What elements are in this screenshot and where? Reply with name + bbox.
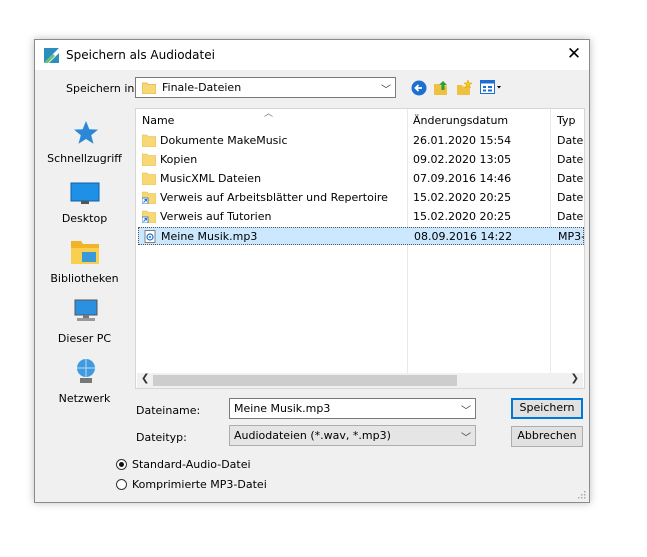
filename-input[interactable]: Meine Musik.mp3 ﹀	[229, 398, 476, 419]
horizontal-scrollbar[interactable]: ❮ ❯	[137, 373, 583, 388]
close-icon: ✕	[566, 44, 582, 64]
radio-dot	[119, 462, 124, 467]
folder-icon	[142, 172, 156, 185]
place-this-pc[interactable]: Dieser PC	[47, 298, 122, 348]
file-name: MusicXML Dateien	[160, 172, 262, 185]
file-row[interactable]: Verweis auf Arbeitsblätter und Repertoir…	[138, 189, 584, 207]
app-logo-icon	[44, 48, 59, 63]
place-label: Dieser PC	[57, 332, 112, 345]
places-bar: Schnellzugriff Desktop Bibliotheken Dies…	[47, 108, 122, 408]
folder-icon	[142, 153, 156, 166]
back-icon[interactable]	[411, 80, 427, 96]
place-desktop[interactable]: Desktop	[47, 180, 122, 230]
chevron-down-icon: ﹀	[381, 85, 391, 96]
radio-button[interactable]	[116, 479, 127, 490]
file-row[interactable]: Kopien 09.02.2020 13:05 Datei	[138, 151, 584, 169]
save-in-value: Finale-Dateien	[162, 81, 242, 94]
folder-icon	[142, 134, 156, 147]
scroll-left-icon[interactable]: ❮	[141, 373, 149, 384]
file-name: Verweis auf Arbeitsblätter und Repertoir…	[160, 191, 388, 204]
filetype-value: Audiodateien (*.wav, *.mp3)	[234, 429, 391, 442]
place-libraries[interactable]: Bibliotheken	[47, 238, 122, 288]
save-dialog: Speichern als Audiodatei ✕ Speichern in:…	[34, 39, 590, 503]
scroll-right-icon[interactable]: ❯	[571, 373, 579, 384]
file-type: Datei	[557, 134, 584, 147]
file-type: Datei	[557, 191, 584, 204]
save-button[interactable]: Speichern	[511, 398, 583, 419]
dialog-title: Speichern als Audiodatei	[66, 48, 215, 62]
file-date: 15.02.2020 20:25	[413, 210, 512, 223]
scrollbar-thumb[interactable]	[153, 375, 457, 386]
file-name: Meine Musik.mp3	[161, 230, 258, 243]
place-label: Netzwerk	[58, 392, 111, 405]
file-date: 15.02.2020 20:25	[413, 191, 512, 204]
place-network[interactable]: Netzwerk	[47, 358, 122, 408]
file-date: 08.09.2016 14:22	[414, 230, 513, 243]
resize-grip-icon[interactable]	[576, 489, 586, 499]
sort-ascending-icon: ︿	[264, 109, 274, 119]
place-quick-access[interactable]: Schnellzugriff	[47, 120, 122, 170]
radio-label: Standard-Audio-Datei	[132, 458, 251, 471]
radio-compressed-mp3[interactable]: Komprimierte MP3-Datei	[116, 477, 276, 493]
new-folder-icon[interactable]	[456, 79, 473, 96]
star-icon	[74, 121, 98, 144]
column-header-name[interactable]: Name	[142, 109, 174, 131]
libraries-icon	[71, 241, 99, 264]
chevron-down-icon[interactable]: ﹀	[461, 402, 471, 417]
radio-button-checked[interactable]	[116, 459, 127, 470]
file-type: Datei	[557, 210, 584, 223]
file-date: 26.01.2020 15:54	[413, 134, 512, 147]
file-date: 09.02.2020 13:05	[413, 153, 512, 166]
network-icon	[77, 359, 95, 383]
file-type: MP3-	[558, 230, 585, 243]
file-date: 07.09.2016 14:46	[413, 172, 512, 185]
radio-standard-audio[interactable]: Standard-Audio-Datei	[116, 457, 276, 473]
file-row[interactable]: Dokumente MakeMusic 26.01.2020 15:54 Dat…	[138, 132, 584, 150]
file-row-selected[interactable]: Meine Musik.mp3 08.09.2016 14:22 MP3-	[138, 227, 584, 245]
filename-value: Meine Musik.mp3	[234, 402, 331, 415]
chevron-down-icon: ﹀	[461, 433, 471, 444]
filename-label: Dateiname:	[136, 404, 201, 417]
cancel-button[interactable]: Abbrechen	[511, 426, 583, 447]
view-menu-icon[interactable]	[480, 80, 504, 95]
file-name: Kopien	[160, 153, 198, 166]
folder-icon	[142, 82, 156, 94]
radio-label: Komprimierte MP3-Datei	[132, 478, 267, 491]
save-in-label: Speichern in:	[66, 82, 139, 95]
filetype-label: Dateityp:	[136, 431, 187, 444]
save-in-dropdown[interactable]: Finale-Dateien ﹀	[135, 77, 396, 98]
shortcut-folder-icon	[142, 191, 156, 204]
file-row[interactable]: Verweis auf Tutorien 15.02.2020 20:25 Da…	[138, 208, 584, 226]
filetype-dropdown[interactable]: Audiodateien (*.wav, *.mp3) ﹀	[229, 425, 476, 446]
place-label: Desktop	[61, 212, 108, 225]
file-type: Datei	[557, 153, 584, 166]
shortcut-folder-icon	[142, 210, 156, 223]
file-row[interactable]: MusicXML Dateien 07.09.2016 14:46 Datei	[138, 170, 584, 188]
desktop-icon	[70, 182, 100, 204]
column-header-date[interactable]: Änderungsdatum	[413, 109, 508, 131]
place-label: Bibliotheken	[50, 272, 119, 285]
computer-icon	[74, 299, 98, 321]
up-folder-icon[interactable]	[433, 79, 450, 96]
file-type: Datei	[557, 172, 584, 185]
file-name: Verweis auf Tutorien	[160, 210, 272, 223]
column-header-type[interactable]: Typ	[557, 109, 576, 131]
file-list[interactable]: ︿ Name Änderungsdatum Typ Dokumente Make…	[135, 108, 585, 389]
file-name: Dokumente MakeMusic	[160, 134, 288, 147]
audio-file-icon	[144, 230, 156, 243]
title-bar: Speichern als Audiodatei ✕	[35, 40, 589, 70]
place-label: Schnellzugriff	[47, 152, 122, 165]
close-button[interactable]: ✕	[559, 40, 589, 70]
